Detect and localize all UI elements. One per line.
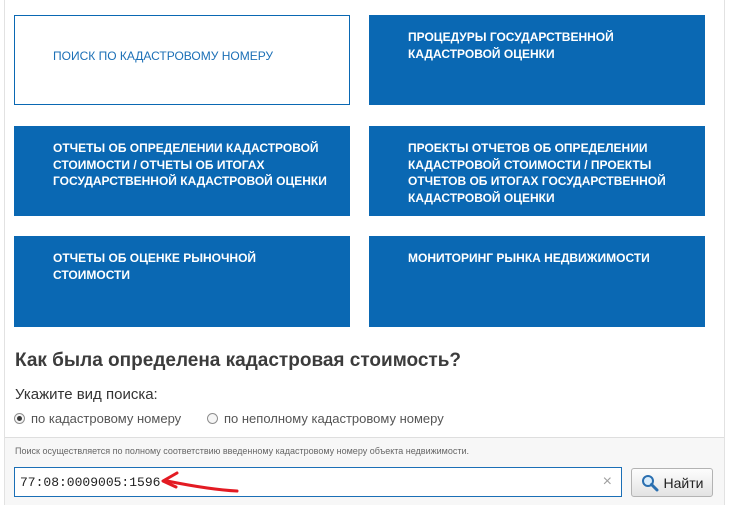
tile-label: ПРОЕКТЫ ОТЧЕТОВ ОБ ОПРЕДЕЛЕНИИ КАДАСТРОВ…: [408, 141, 666, 205]
tile-label: МОНИТОРИНГ РЫНКА НЕДВИЖИМОСТИ: [408, 251, 650, 265]
tile-label: ПОИСК ПО КАДАСТРОВОМУ НОМЕРУ: [53, 49, 274, 63]
tile-label: ОТЧЕТЫ ОБ ОЦЕНКЕ РЫНОЧНОЙ СТОИМОСТИ: [53, 251, 257, 282]
radio-button[interactable]: [207, 413, 218, 424]
tile-label: ОТЧЕТЫ ОБ ОПРЕДЕЛЕНИИ КАДАСТРОВОЙ СТОИМО…: [53, 141, 327, 188]
tile-state-valuation-procedures[interactable]: ПРОЦЕДУРЫ ГОСУДАРСТВЕННОЙ КАДАСТРОВОЙ ОЦ…: [369, 15, 705, 105]
tile-cadastral-number-search[interactable]: ПОИСК ПО КАДАСТРОВОМУ НОМЕРУ: [14, 15, 350, 105]
radio-button-checked[interactable]: [14, 413, 25, 424]
tile-market-value-reports[interactable]: ОТЧЕТЫ ОБ ОЦЕНКЕ РЫНОЧНОЙ СТОИМОСТИ: [14, 236, 350, 327]
radio-option-full-number[interactable]: по кадастровому номеру: [14, 411, 181, 426]
tile-label: ПРОЦЕДУРЫ ГОСУДАРСТВЕННОЙ КАДАСТРОВОЙ ОЦ…: [408, 30, 614, 61]
section-heading: Как была определена кадастровая стоимост…: [15, 350, 462, 371]
tile-real-estate-monitoring[interactable]: МОНИТОРИНГ РЫНКА НЕДВИЖИМОСТИ: [369, 236, 705, 327]
radio-label: по неполному кадастровому номеру: [224, 411, 444, 426]
find-button[interactable]: Найти: [631, 468, 713, 497]
search-field[interactable]: ×: [14, 467, 622, 497]
red-arrow-annotation: [161, 471, 239, 493]
magnifier-icon: [641, 474, 659, 491]
find-button-label: Найти: [663, 474, 704, 491]
radio-option-partial-number[interactable]: по неполному кадастровому номеру: [207, 411, 444, 426]
search-info-text: Поиск осуществляется по полному соответс…: [15, 446, 470, 456]
clear-icon[interactable]: ×: [603, 473, 612, 491]
tile-draft-valuation-reports[interactable]: ПРОЕКТЫ ОТЧЕТОВ ОБ ОПРЕДЕЛЕНИИ КАДАСТРОВ…: [369, 126, 705, 216]
radio-label: по кадастровому номеру: [31, 411, 182, 426]
tile-valuation-reports[interactable]: ОТЧЕТЫ ОБ ОПРЕДЕЛЕНИИ КАДАСТРОВОЙ СТОИМО…: [14, 126, 350, 216]
search-type-label: Укажите вид поиска:: [15, 386, 158, 403]
cadastral-number-input[interactable]: [20, 473, 580, 491]
